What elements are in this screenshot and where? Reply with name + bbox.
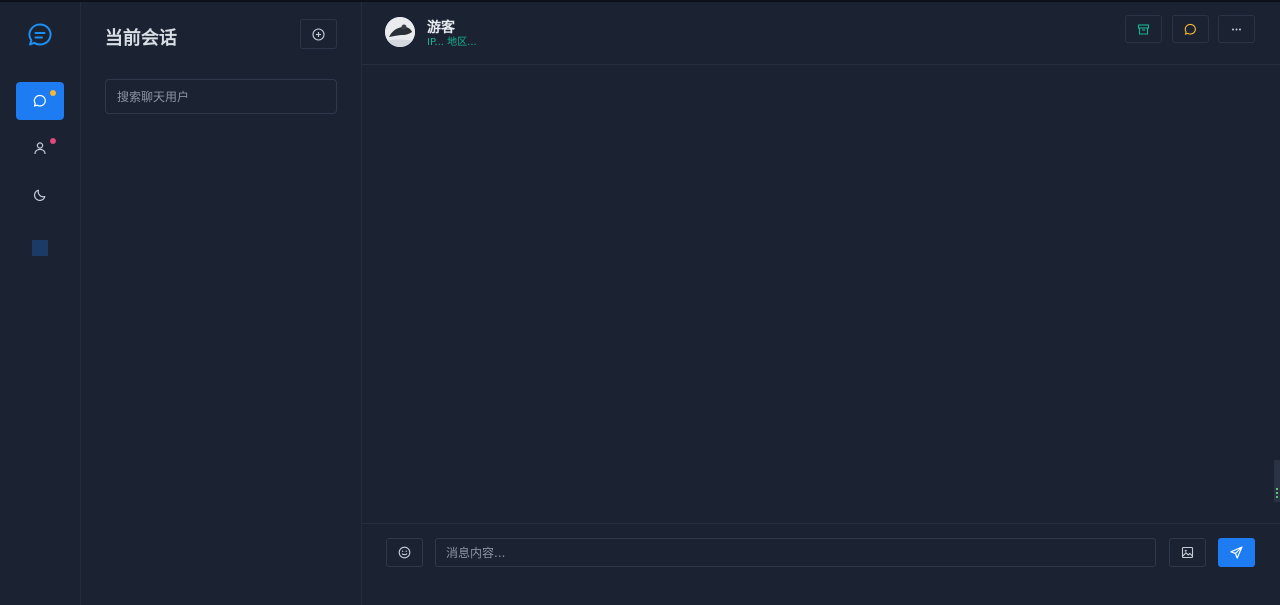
- app-window: 当前会话 游客 IP... 地区...: [0, 0, 1280, 605]
- search-input[interactable]: [105, 79, 337, 114]
- message-composer: [362, 523, 1280, 605]
- notification-badge: [50, 138, 56, 144]
- image-icon: [1181, 546, 1194, 559]
- chat-area: 游客 IP... 地区...: [362, 2, 1280, 605]
- side-rail: [0, 2, 81, 605]
- rail-item-user[interactable]: [16, 129, 64, 167]
- chat-header: 游客 IP... 地区...: [362, 2, 1280, 65]
- chat-logo-icon[interactable]: [27, 22, 53, 48]
- notification-badge: [50, 90, 56, 96]
- message-button[interactable]: [1172, 15, 1209, 43]
- message-circle-icon: [33, 94, 46, 107]
- scrollbar-thumb[interactable]: [1274, 460, 1280, 502]
- rail-placeholder-square[interactable]: [32, 240, 48, 256]
- smile-icon: [398, 546, 411, 559]
- avatar[interactable]: [385, 17, 415, 47]
- message-circle-icon: [1184, 23, 1196, 35]
- rail-item-theme[interactable]: [16, 176, 64, 214]
- more-options-button[interactable]: [1218, 15, 1255, 43]
- avatar-image-icon: [385, 17, 415, 47]
- send-button[interactable]: [1218, 538, 1255, 567]
- conversation-panel: 当前会话: [81, 2, 362, 605]
- archive-icon: [1137, 23, 1150, 35]
- new-conversation-button[interactable]: [300, 19, 337, 49]
- panel-title: 当前会话: [105, 28, 177, 49]
- archive-button[interactable]: [1125, 15, 1162, 43]
- rail-item-chat[interactable]: [16, 82, 64, 120]
- emoji-button[interactable]: [386, 538, 423, 567]
- more-horizontal-icon: [1232, 28, 1241, 30]
- plus-circle-icon: [312, 27, 325, 41]
- chat-contact-location: IP... 地区...: [427, 37, 477, 48]
- send-icon: [1230, 546, 1243, 559]
- send-image-button[interactable]: [1169, 538, 1206, 567]
- message-input[interactable]: [435, 538, 1156, 567]
- user-icon: [34, 142, 46, 155]
- moon-icon: [34, 189, 46, 201]
